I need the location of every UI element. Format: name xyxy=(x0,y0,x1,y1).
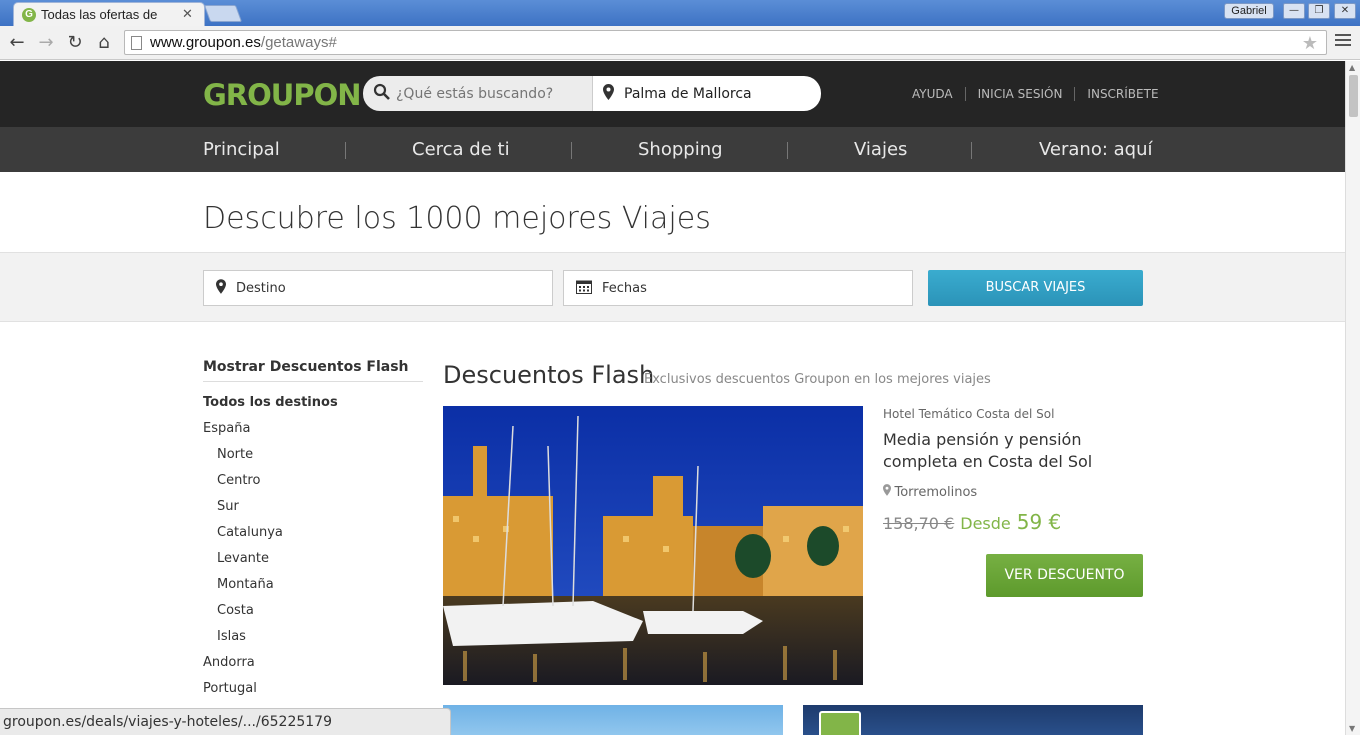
trip-search-band: Destino Fechas BUSCAR VIAJES xyxy=(0,252,1345,322)
url-host: www.groupon.es xyxy=(150,34,261,51)
sidebar-item-sur[interactable]: Sur xyxy=(203,496,423,522)
sidebar-item-montana[interactable]: Montaña xyxy=(203,574,423,600)
deal-title[interactable]: Media pensión y pensión completa en Cost… xyxy=(883,429,1123,473)
scroll-thumb[interactable] xyxy=(1349,75,1358,117)
sidebar-item-todos[interactable]: Todos los destinos xyxy=(203,392,423,418)
nav-divider xyxy=(345,142,346,159)
close-window-icon[interactable]: ✕ xyxy=(1334,3,1356,19)
sidebar-item-costa[interactable]: Costa xyxy=(203,600,423,626)
dates-field[interactable]: Fechas xyxy=(563,270,913,306)
sidebar-item-levante[interactable]: Levante xyxy=(203,548,423,574)
deal-price: 158,70 € Desde 59 € xyxy=(883,510,1061,534)
location-pin-icon xyxy=(603,83,614,104)
url-path: /getaways# xyxy=(260,34,337,51)
browser-tab[interactable]: G Todas las ofertas de ✕ xyxy=(13,2,205,26)
close-tab-icon[interactable]: ✕ xyxy=(182,7,193,22)
deal-thumbnail[interactable] xyxy=(803,705,1143,735)
browser-toolbar: ← → ↻ ⌂ www.groupon.es /getaways# ★ xyxy=(0,26,1360,60)
location-pin-icon xyxy=(883,484,895,499)
new-tab-button[interactable] xyxy=(203,5,243,22)
location-box[interactable] xyxy=(592,76,821,111)
dates-placeholder: Fechas xyxy=(602,280,647,296)
calendar-icon xyxy=(576,279,592,298)
home-icon[interactable]: ⌂ xyxy=(93,32,115,54)
address-bar[interactable]: www.groupon.es /getaways# ★ xyxy=(124,30,1327,55)
deal-location-label: Torremolinos xyxy=(894,485,978,500)
sidebar-item-portugal[interactable]: Portugal xyxy=(203,678,423,704)
location-pin-icon xyxy=(216,278,226,298)
section-title: Descuentos Flash xyxy=(443,361,655,389)
nav-divider xyxy=(971,142,972,159)
nav-item-viajes[interactable]: Viajes xyxy=(854,127,907,172)
scroll-down-icon[interactable]: ▼ xyxy=(1349,724,1355,733)
destination-field[interactable]: Destino xyxy=(203,270,553,306)
view-deal-button[interactable]: VER DESCUENTO xyxy=(986,554,1143,597)
deal-image[interactable] xyxy=(443,406,863,685)
status-bar-url: groupon.es/deals/viajes-y-hoteles/.../65… xyxy=(0,708,451,735)
from-label: Desde xyxy=(960,514,1011,533)
page-title: Descubre los 1000 mejores Viajes xyxy=(203,201,711,236)
destination-list: Todos los destinos España Norte Centro S… xyxy=(203,392,423,704)
nav-divider xyxy=(787,142,788,159)
search-box[interactable] xyxy=(363,76,592,111)
restore-icon[interactable]: ❐ xyxy=(1308,3,1330,19)
scroll-up-icon[interactable]: ▲ xyxy=(1349,63,1355,72)
page-icon xyxy=(131,35,142,50)
deal-thumbnail[interactable] xyxy=(443,705,783,735)
nav-item-shopping[interactable]: Shopping xyxy=(638,127,723,172)
site-header: GROUPON AYUDA INICIA SESIÓN INSCRÍBETE xyxy=(0,61,1345,127)
sidebar-item-centro[interactable]: Centro xyxy=(203,470,423,496)
sidebar-item-andorra[interactable]: Andorra xyxy=(203,652,423,678)
discount-price: 59 € xyxy=(1016,510,1062,534)
browser-menu-icon[interactable] xyxy=(1335,34,1351,50)
destination-filter-sidebar: Mostrar Descuentos Flash Todos los desti… xyxy=(203,359,423,704)
section-subtitle: Exclusivos descuentos Groupon en los mej… xyxy=(644,372,991,387)
groupon-favicon-icon: G xyxy=(22,7,36,22)
back-icon[interactable]: ← xyxy=(6,32,28,54)
nav-item-principal[interactable]: Principal xyxy=(203,127,280,172)
reload-icon[interactable]: ↻ xyxy=(64,32,86,54)
search-input[interactable] xyxy=(396,85,586,102)
browser-titlebar: G Todas las ofertas de ✕ Gabriel — ❐ ✕ xyxy=(0,0,1360,26)
page-viewport: GROUPON AYUDA INICIA SESIÓN INSCRÍBETE P… xyxy=(0,61,1345,735)
deal-vendor: Hotel Temático Costa del Sol xyxy=(883,407,1055,421)
bookmark-star-icon[interactable]: ★ xyxy=(1302,33,1318,54)
sidebar-item-islas[interactable]: Islas xyxy=(203,626,423,652)
sidebar-item-norte[interactable]: Norte xyxy=(203,444,423,470)
original-price: 158,70 € xyxy=(883,514,955,533)
account-links: AYUDA INICIA SESIÓN INSCRÍBETE xyxy=(912,87,1171,101)
profile-badge[interactable]: Gabriel xyxy=(1224,3,1274,19)
tab-title: Todas las ofertas de xyxy=(41,7,158,22)
sidebar-title: Mostrar Descuentos Flash xyxy=(203,359,423,382)
calendar-icon xyxy=(819,711,861,735)
location-input[interactable] xyxy=(624,85,814,102)
forward-icon[interactable]: → xyxy=(35,32,57,54)
nav-divider xyxy=(571,142,572,159)
sidebar-item-espana[interactable]: España xyxy=(203,418,423,444)
sidebar-item-catalunya[interactable]: Catalunya xyxy=(203,522,423,548)
page-scrollbar[interactable]: ▲ ▼ xyxy=(1345,61,1360,735)
category-nav: Principal Cerca de ti Shopping Viajes Ve… xyxy=(0,127,1345,172)
nav-item-verano[interactable]: Verano: aquí xyxy=(1039,127,1153,172)
deal-location: Torremolinos xyxy=(883,484,977,500)
minimize-icon[interactable]: — xyxy=(1283,3,1305,19)
signup-link[interactable]: INSCRÍBETE xyxy=(1074,87,1170,101)
nav-item-cerca-de-ti[interactable]: Cerca de ti xyxy=(412,127,510,172)
search-icon xyxy=(373,83,390,104)
login-link[interactable]: INICIA SESIÓN xyxy=(964,87,1075,101)
help-link[interactable]: AYUDA xyxy=(912,87,965,101)
destination-placeholder: Destino xyxy=(236,280,286,296)
search-trips-button[interactable]: BUSCAR VIAJES xyxy=(928,270,1143,306)
groupon-logo[interactable]: GROUPON xyxy=(203,78,362,112)
